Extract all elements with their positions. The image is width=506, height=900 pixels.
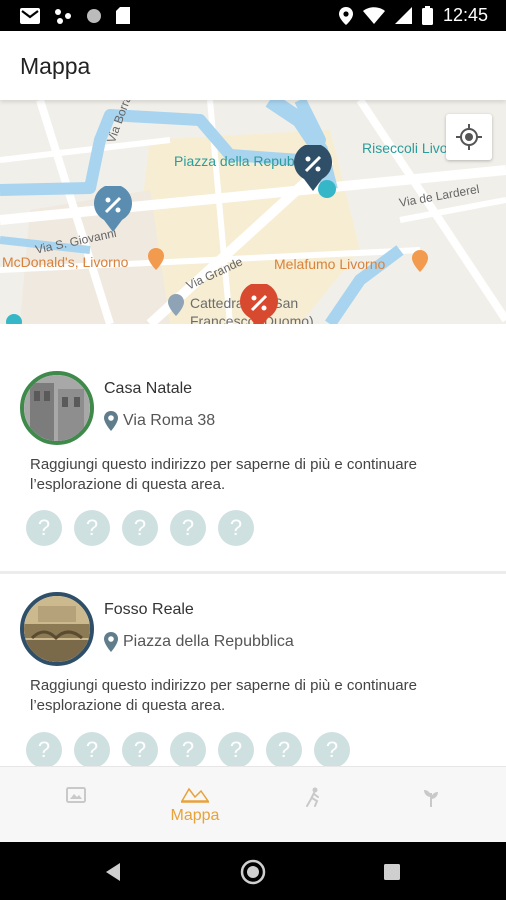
sd-card-icon	[116, 7, 130, 24]
map-view[interactable]: Via Borra Piazza della Repubblica Risecc…	[0, 100, 506, 324]
question-row: ? ? ? ? ?	[26, 510, 254, 546]
marker-blue-icon[interactable]	[94, 186, 132, 232]
place-avatar	[20, 592, 94, 666]
question-badge[interactable]: ?	[74, 510, 110, 546]
question-badge[interactable]: ?	[170, 510, 206, 546]
bottom-navigation: Mappa	[0, 766, 506, 842]
question-row: ? ? ? ? ? ? ?	[26, 732, 350, 766]
places-sheet[interactable]: Casa Natale Via Roma 38 Raggiungi questo…	[0, 324, 506, 766]
question-badge[interactable]: ?	[266, 732, 302, 766]
church-pin-icon	[168, 294, 184, 316]
map-icon	[181, 787, 209, 803]
place-address: Piazza della Repubblica	[104, 632, 294, 652]
gallery-icon	[66, 787, 86, 803]
question-badge[interactable]: ?	[74, 732, 110, 766]
place-name: Fosso Reale	[104, 601, 194, 618]
status-time: 12:45	[442, 5, 488, 25]
nav-item-map[interactable]: Mappa	[132, 767, 258, 843]
marker-dark-icon[interactable]	[294, 145, 332, 191]
nav-item-explorer[interactable]	[250, 767, 376, 843]
wifi-icon	[362, 7, 385, 24]
place-description: Raggiungi questo indirizzo per saperne d…	[30, 677, 417, 714]
restaurant-pin-icon	[412, 250, 428, 272]
location-pin-icon	[104, 411, 118, 431]
circle-icon	[87, 8, 101, 23]
status-bar: 12:45	[0, 0, 506, 31]
gmail-icon	[20, 7, 40, 24]
question-badge[interactable]: ?	[26, 510, 62, 546]
back-icon[interactable]	[104, 862, 122, 882]
place-avatar	[20, 371, 94, 445]
app-bar: Mappa	[0, 31, 506, 100]
place-address-text: Via Roma 38	[123, 412, 216, 429]
place-card[interactable]: Fosso Reale Piazza della Repubblica Ragg…	[0, 574, 506, 766]
poi-pin-icon	[6, 314, 22, 324]
map-label-melafumo: Melafumo Livorno	[274, 256, 386, 272]
question-badge[interactable]: ?	[26, 732, 62, 766]
question-badge[interactable]: ?	[218, 732, 254, 766]
place-name: Casa Natale	[104, 380, 193, 397]
battery-icon	[421, 6, 433, 25]
question-badge[interactable]: ?	[122, 510, 158, 546]
question-badge[interactable]: ?	[314, 732, 350, 766]
place-address: Via Roma 38	[104, 411, 215, 431]
location-pin-icon	[104, 632, 118, 652]
system-navigation	[0, 842, 506, 900]
nav-item-gallery[interactable]	[13, 767, 139, 843]
place-card[interactable]: Casa Natale Via Roma 38 Raggiungi questo…	[0, 324, 506, 571]
nav-item-plant[interactable]	[368, 767, 494, 843]
network-icon	[55, 8, 71, 24]
page-title: Mappa	[20, 53, 91, 79]
nav-label-map: Mappa	[170, 807, 220, 824]
signal-icon	[394, 7, 412, 24]
restaurant-pin-icon	[148, 248, 164, 270]
place-address-text: Piazza della Repubblica	[123, 633, 294, 650]
question-badge[interactable]: ?	[170, 732, 206, 766]
place-description: Raggiungi questo indirizzo per saperne d…	[30, 456, 417, 493]
marker-red-icon[interactable]	[240, 284, 278, 324]
my-location-button[interactable]	[446, 114, 492, 160]
question-badge[interactable]: ?	[122, 732, 158, 766]
recents-icon[interactable]	[384, 864, 400, 880]
plant-icon	[424, 790, 438, 807]
home-icon[interactable]	[240, 859, 266, 885]
question-badge[interactable]: ?	[218, 510, 254, 546]
map-label-mcdonalds: McDonald's, Livorno	[2, 254, 129, 270]
crosshair-icon	[456, 124, 482, 150]
explorer-icon	[306, 787, 319, 807]
location-icon	[338, 6, 353, 25]
